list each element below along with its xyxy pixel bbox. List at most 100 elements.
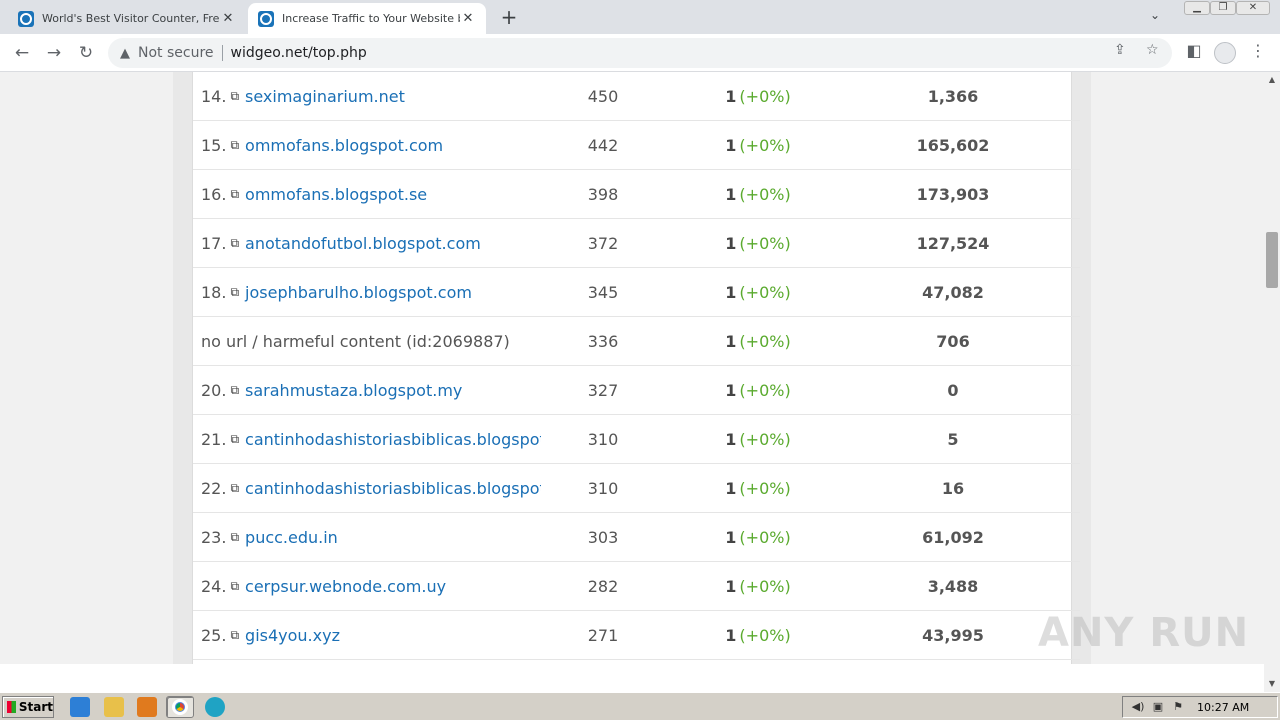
site-cell: 23. ⧉ pucc.edu.in xyxy=(201,513,541,562)
site-link[interactable]: sarahmustaza.blogspot.my xyxy=(245,381,462,400)
rank-number: 21. xyxy=(201,430,227,449)
today-value: 1 xyxy=(725,479,737,498)
tab-strip: World's Best Visitor Counter, Free hi ✕ … xyxy=(0,0,1280,34)
today-cell: 1 (+0%) xyxy=(703,317,813,366)
rank-number: 16. xyxy=(201,185,227,204)
today-percent: (+0%) xyxy=(739,185,791,204)
close-icon[interactable]: ✕ xyxy=(220,11,236,26)
table-row: 21. ⧉ cantinhodashistoriasbiblicas.blogspo… xyxy=(193,415,1080,464)
clock[interactable]: 10:27 AM xyxy=(1197,701,1249,714)
window-close-icon[interactable]: ✕ xyxy=(1236,1,1270,15)
external-link-icon[interactable]: ⧉ xyxy=(230,383,239,398)
table-row: 23. ⧉ pucc.edu.in 303 1 (+0%) 61,092 xyxy=(193,513,1080,562)
warning-triangle-icon[interactable]: ▲ xyxy=(120,46,130,61)
tab-title: World's Best Visitor Counter, Free hi xyxy=(42,12,220,25)
today-value: 1 xyxy=(725,430,737,449)
close-icon[interactable]: ✕ xyxy=(460,11,476,26)
external-link-icon[interactable]: ⧉ xyxy=(230,432,239,447)
external-link-icon[interactable]: ⧉ xyxy=(230,530,239,545)
rank-number: 17. xyxy=(201,234,227,253)
scroll-down-arrow-icon[interactable]: ▼ xyxy=(1264,676,1280,692)
table-row: 18. ⧉ josephbarulho.blogspot.com 345 1 (+0%) 4… xyxy=(193,268,1080,317)
volume-icon[interactable]: ◀) xyxy=(1131,700,1145,714)
address-bar[interactable]: ▲ Not secure widgeo.net/top.php xyxy=(108,38,1172,68)
external-link-icon[interactable]: ⧉ xyxy=(230,138,239,153)
vertical-scrollbar[interactable] xyxy=(1264,72,1280,692)
profile-avatar-icon[interactable] xyxy=(1214,42,1236,64)
edge-icon[interactable] xyxy=(205,697,225,717)
site-link[interactable]: gis4you.xyz xyxy=(245,626,340,645)
total-cell: 5 xyxy=(947,430,959,449)
today-cell: 1 (+0%) xyxy=(703,562,813,611)
scrollbar-thumb[interactable] xyxy=(1266,232,1278,288)
site-cell: 25. ⧉ gis4you.xyz xyxy=(201,611,541,660)
start-button[interactable]: Start xyxy=(2,696,54,718)
internet-explorer-icon[interactable] xyxy=(70,697,90,717)
today-cell: 1 (+0%) xyxy=(703,268,813,317)
external-link-icon[interactable]: ⧉ xyxy=(230,579,239,594)
menu-kebab-icon[interactable]: ⋮ xyxy=(1246,41,1270,60)
site-cell: 21. ⧉ cantinhodashistoriasbiblicas.blogspo… xyxy=(201,415,541,464)
forward-arrow-icon[interactable]: → xyxy=(42,41,66,65)
site-link[interactable]: ommofans.blogspot.se xyxy=(245,185,427,204)
tab-title: Increase Traffic to Your Website by xyxy=(282,12,460,25)
site-cell: 22. ⧉ cantinhodashistoriasbiblicas.blogspo… xyxy=(201,464,541,513)
visits-cell: 345 xyxy=(587,283,619,302)
today-cell: 1 (+0%) xyxy=(703,513,813,562)
site-link[interactable]: josephbarulho.blogspot.com xyxy=(245,283,472,302)
today-cell: 1 (+0%) xyxy=(703,415,813,464)
today-percent: (+0%) xyxy=(739,332,791,351)
site-cell: 16. ⧉ ommofans.blogspot.se xyxy=(201,170,541,219)
site-cell: 20. ⧉ sarahmustaza.blogspot.my xyxy=(201,366,541,415)
table-row: 17. ⧉ anotandofutbol.blogspot.com 372 1 (+0%)… xyxy=(193,219,1080,268)
external-link-icon[interactable]: ⧉ xyxy=(230,481,239,496)
table-row: 15. ⧉ ommofans.blogspot.com 442 1 (+0%) 165,60… xyxy=(193,121,1080,170)
visits-cell: 303 xyxy=(587,528,619,547)
today-cell: 1 (+0%) xyxy=(703,464,813,513)
external-link-icon[interactable]: ⧉ xyxy=(230,89,239,104)
visits-cell: 372 xyxy=(587,234,619,253)
site-link[interactable]: cantinhodashistoriasbiblicas.blogspot.c xyxy=(245,479,541,498)
today-cell: 1 (+0%) xyxy=(703,219,813,268)
new-tab-button[interactable]: + xyxy=(497,5,521,29)
site-link[interactable]: cantinhodashistoriasbiblicas.blogspot.c xyxy=(245,430,541,449)
side-panel-icon[interactable]: ◧ xyxy=(1182,41,1206,60)
site-link[interactable]: ommofans.blogspot.com xyxy=(245,136,443,155)
tab-search-chevron-icon[interactable]: ⌄ xyxy=(1150,8,1160,22)
file-explorer-icon[interactable] xyxy=(104,697,124,717)
external-link-icon[interactable]: ⧉ xyxy=(230,187,239,202)
tab-increase-traffic[interactable]: Increase Traffic to Your Website by ✕ xyxy=(248,3,486,34)
bookmark-star-icon[interactable]: ☆ xyxy=(1146,42,1159,58)
chrome-taskbar-button[interactable] xyxy=(166,696,194,718)
site-link[interactable]: pucc.edu.in xyxy=(245,528,338,547)
site-cell: 18. ⧉ josephbarulho.blogspot.com xyxy=(201,268,541,317)
system-tray: ◀) ▣ ⚑ 10:27 AM xyxy=(1122,696,1278,718)
visits-cell: 271 xyxy=(587,626,619,645)
back-arrow-icon[interactable]: ← xyxy=(10,41,34,65)
action-center-flag-icon[interactable]: ⚑ xyxy=(1171,700,1185,714)
share-icon[interactable]: ⇪ xyxy=(1114,42,1126,58)
site-link[interactable]: cerpsur.webnode.com.uy xyxy=(245,577,446,596)
external-link-icon[interactable]: ⧉ xyxy=(230,236,239,251)
restore-icon[interactable]: ❐ xyxy=(1210,1,1236,15)
scroll-up-arrow-icon[interactable]: ▲ xyxy=(1264,72,1280,88)
tab-visitor-counter[interactable]: World's Best Visitor Counter, Free hi ✕ xyxy=(8,3,246,34)
rank-number: 25. xyxy=(201,626,227,645)
external-link-icon[interactable]: ⧉ xyxy=(230,628,239,643)
network-icon[interactable]: ▣ xyxy=(1151,700,1165,714)
media-player-icon[interactable] xyxy=(137,697,157,717)
today-value: 1 xyxy=(725,577,737,596)
external-link-icon[interactable]: ⧉ xyxy=(230,285,239,300)
table-row: no url / harmeful content (id:2069887) 33… xyxy=(193,317,1080,366)
visits-cell: 336 xyxy=(587,332,619,351)
url-text[interactable]: widgeo.net/top.php xyxy=(231,45,367,61)
today-cell: 1 (+0%) xyxy=(703,366,813,415)
minimize-icon[interactable]: ▁ xyxy=(1184,1,1210,15)
site-link[interactable]: seximaginarium.net xyxy=(245,87,405,106)
site-link[interactable]: anotandofutbol.blogspot.com xyxy=(245,234,481,253)
today-percent: (+0%) xyxy=(739,234,791,253)
total-cell: 173,903 xyxy=(916,185,990,204)
reload-icon[interactable]: ↻ xyxy=(74,41,98,65)
today-cell: 1 (+0%) xyxy=(703,611,813,660)
total-cell: 165,602 xyxy=(916,136,990,155)
